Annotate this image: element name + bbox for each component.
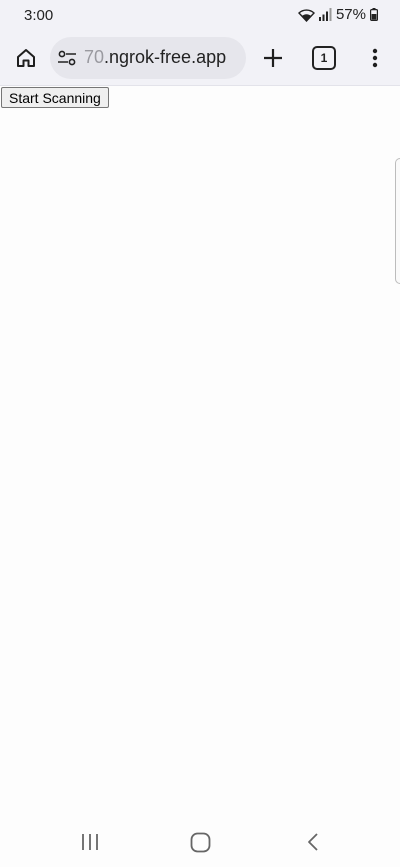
tab-count: 1 <box>320 51 328 65</box>
start-scanning-button[interactable]: Start Scanning <box>1 87 109 108</box>
more-menu-button[interactable] <box>362 42 388 74</box>
status-bar: 3:00 57% <box>0 0 400 32</box>
web-page: Start Scanning <box>0 86 400 819</box>
battery-icon <box>370 8 378 21</box>
home-button[interactable] <box>10 42 42 74</box>
wifi-icon <box>297 8 315 22</box>
home-icon <box>17 49 35 67</box>
system-nav-bar <box>0 819 400 867</box>
more-vert-icon <box>372 48 378 68</box>
recents-icon[interactable] <box>80 833 100 851</box>
back-chevron-icon[interactable] <box>306 832 320 852</box>
site-settings-icon[interactable] <box>57 50 77 66</box>
battery-percent: 57% <box>335 6 366 23</box>
url-domain: .ngrok-free.app <box>104 47 227 67</box>
browser-toolbar: 70.ngrok-free.app 1 <box>0 32 400 86</box>
status-time: 3:00 <box>24 7 54 24</box>
phone-screen: 3:00 57% 70.ngrok-free.app 1 Start Scann… <box>0 0 400 867</box>
status-indicators: 57% <box>297 6 378 23</box>
signal-icon <box>318 8 332 21</box>
url-text[interactable]: 70.ngrok-free.app <box>84 47 226 68</box>
new-tab-button[interactable] <box>259 42 287 74</box>
address-bar[interactable]: 70.ngrok-free.app <box>50 37 246 79</box>
plus-icon <box>264 49 282 67</box>
url-faded-part: 70 <box>84 47 105 67</box>
edge-panel-handle[interactable] <box>395 158 400 284</box>
home-circle-icon[interactable] <box>190 832 211 853</box>
tabs-button[interactable]: 1 <box>312 46 336 70</box>
